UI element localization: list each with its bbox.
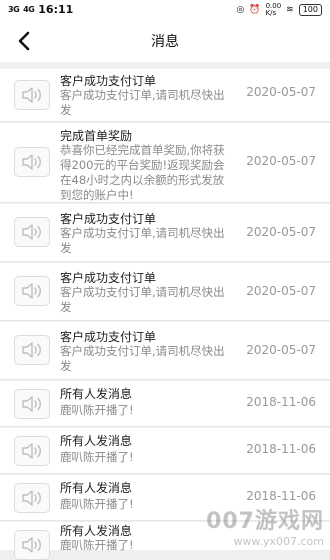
message-title: 所有人发消息 [60,481,133,495]
speaker-icon [14,530,50,560]
message-date: 2020-05-07 [246,343,316,357]
message-item[interactable]: 所有人发消息 鹿叭陈开播了! 2018-11-06 [0,428,330,474]
message-item[interactable]: 客户成功支付订单 客户成功支付订单,请司机尽快出发 2020-05-07 [0,263,330,321]
message-title: 完成首单奖励 [60,129,133,143]
message-desc: 客户成功支付订单,请司机尽快出发 [60,344,225,373]
net-speed: 0.00 K/s [265,2,282,17]
speaker-icon [14,335,50,365]
status-bar: 3G 4G 16:11 ◎ ⏰ 0.00 K/s ≋ 100 [0,0,330,20]
message-title: 客户成功支付订单 [60,271,157,285]
signal-4g: 4G [23,5,35,14]
message-date: 2018-11-06 [246,395,316,409]
message-date: 2018-11-06 [246,442,316,456]
message-item[interactable]: 完成首单奖励 恭喜你已经完成首单奖励,你将获得200元的平台奖励!返现奖励会在4… [0,123,330,203]
message-date: 2020-05-07 [246,284,316,298]
message-title: 客户成功支付订单 [60,212,157,226]
page-title: 消息 [151,34,179,50]
clock: 16:11 [38,3,74,16]
speaker-icon [14,147,50,177]
speaker-icon [14,483,50,513]
speaker-icon [14,276,50,306]
watermark-title: 007游戏网 [206,509,324,534]
message-desc: 客户成功支付订单,请司机尽快出发 [60,226,225,255]
alarm-icon: ⏰ [249,5,261,15]
message-title: 客户成功支付订单 [60,330,157,344]
message-date: 2018-11-06 [246,489,316,503]
nfc-icon: ◎ [236,5,245,15]
app-header: 消息 [0,20,330,62]
message-title: 客户成功支付订单 [60,74,157,88]
signal-3g: 3G [8,5,20,14]
message-desc: 客户成功支付订单,请司机尽快出发 [60,285,225,314]
message-item[interactable]: 客户成功支付订单 客户成功支付订单,请司机尽快出发 2020-05-07 [0,69,330,122]
message-title: 所有人发消息 [60,524,133,538]
message-desc: 恭喜你已经完成首单奖励,你将获得200元的平台奖励!返现奖励会在48小时之内以余… [60,143,225,202]
speaker-icon [14,389,50,419]
message-desc: 鹿叭陈开播了! [60,450,134,464]
header-divider [0,62,330,69]
message-date: 2020-05-07 [246,85,316,99]
message-desc: 鹿叭陈开播了! [60,403,134,417]
message-desc: 客户成功支付订单,请司机尽快出发 [60,88,225,117]
watermark-url: www.yx007.com [233,535,324,548]
message-item[interactable]: 所有人发消息 鹿叭陈开播了! 2018-11-06 [0,381,330,427]
speaker-icon [14,436,50,466]
wifi-icon: ≋ [286,5,294,15]
message-date: 2020-05-07 [246,154,316,168]
message-title: 所有人发消息 [60,387,133,401]
message-title: 所有人发消息 [60,434,133,448]
message-item[interactable]: 客户成功支付订单 客户成功支付订单,请司机尽快出发 2020-05-07 [0,204,330,262]
site-watermark: 007游戏网 www.yx007.com [206,503,324,548]
speaker-icon [14,80,50,110]
message-date: 2020-05-07 [246,225,316,239]
battery-indicator: 100 [298,4,322,16]
speaker-icon [14,217,50,247]
message-item[interactable]: 客户成功支付订单 客户成功支付订单,请司机尽快出发 2020-05-07 [0,322,330,380]
